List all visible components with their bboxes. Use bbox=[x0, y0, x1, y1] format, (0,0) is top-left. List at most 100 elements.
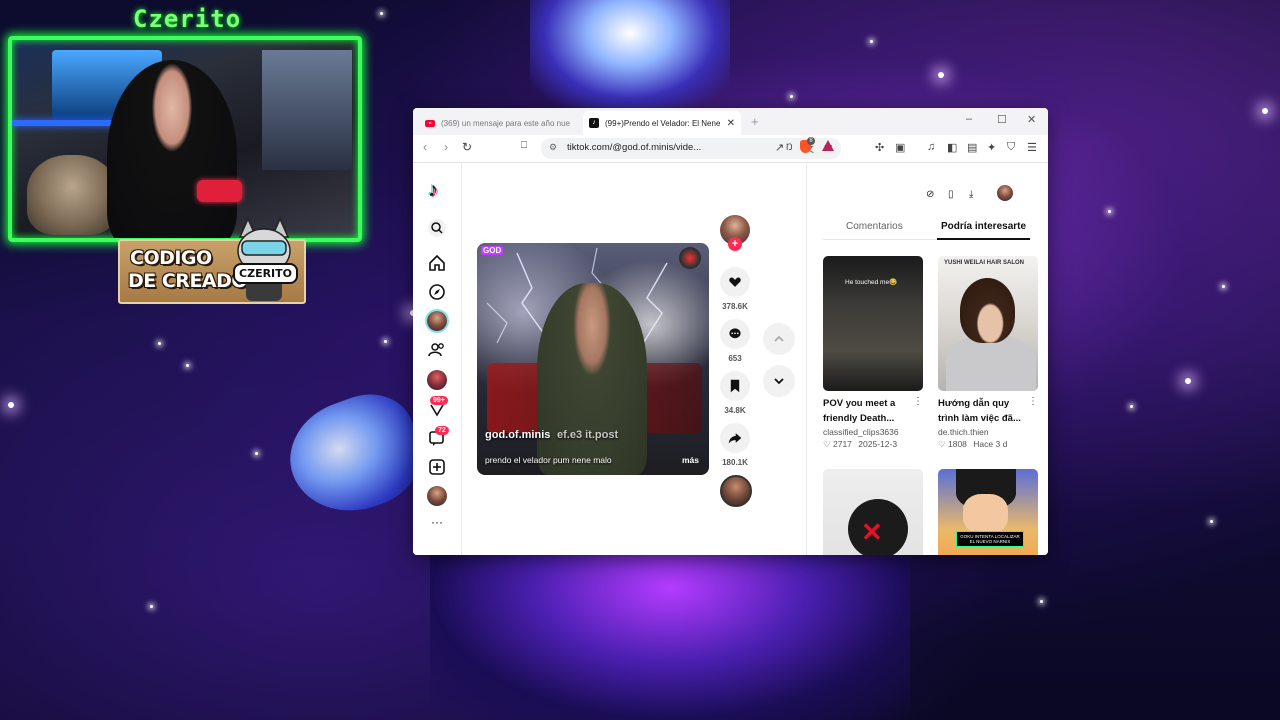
home-icon[interactable] bbox=[427, 253, 447, 273]
mascot-icon bbox=[237, 217, 291, 301]
tab-recommended[interactable]: Podría interesarte bbox=[941, 221, 1026, 232]
side-panel: ⊘ ▯ ⤓ Comentarios Podría interesarte He … bbox=[806, 163, 1048, 555]
star-icon bbox=[1210, 520, 1213, 523]
more-icon[interactable]: ··· bbox=[427, 515, 447, 535]
card-title: POV you meet a friendly Death... bbox=[823, 398, 896, 424]
tab-groups-icon[interactable]: ▤ bbox=[967, 141, 977, 154]
badge-tag: CZERITO bbox=[233, 263, 298, 284]
video-username[interactable]: god.of.minis bbox=[485, 429, 550, 441]
card-date: 2025-12-3 bbox=[858, 439, 898, 449]
address-bar: ‹ › ↻ ⎕ ⚙ tiktok.com/@god.of.minis/vide.… bbox=[413, 135, 1048, 163]
star-icon bbox=[8, 402, 14, 408]
star-icon bbox=[938, 72, 944, 78]
active-tab-indicator bbox=[937, 238, 1030, 240]
music-disc-icon[interactable] bbox=[720, 475, 752, 507]
minimize-button[interactable]: – bbox=[966, 113, 972, 125]
recommended-card[interactable]: YUSHI WEILAI HAIR SALON Hướng dẫn quy tr… bbox=[938, 256, 1038, 450]
device-icon[interactable]: ▯ bbox=[948, 189, 954, 200]
forward-icon[interactable]: › bbox=[444, 140, 448, 154]
back-icon[interactable]: ‹ bbox=[423, 140, 427, 154]
video-corner-tag: GOD bbox=[481, 246, 504, 255]
tab-title: (99+)Prendo el Velador: El Nene bbox=[605, 118, 721, 128]
search-icon[interactable] bbox=[427, 218, 447, 238]
url-field[interactable]: ⚙ tiktok.com/@god.of.minis/vide... Ŋ 文 ▭ bbox=[541, 138, 841, 159]
tiktok-logo-icon[interactable]: ♪ bbox=[428, 179, 448, 201]
music-icon[interactable]: ♫ bbox=[927, 141, 935, 153]
close-window-button[interactable]: ✕ bbox=[1027, 113, 1036, 126]
star-icon bbox=[1262, 108, 1268, 114]
video-logo-icon bbox=[679, 247, 701, 269]
vpn-icon[interactable]: ⛉ bbox=[1007, 141, 1015, 154]
webcam-feed bbox=[8, 36, 362, 242]
close-tab-icon[interactable]: ✕ bbox=[727, 118, 735, 129]
browser-window: (369) un mensaje para este año nue ♪ (99… bbox=[413, 108, 1048, 555]
share-button[interactable] bbox=[720, 423, 750, 453]
webcam-window bbox=[262, 50, 352, 170]
star-icon bbox=[384, 340, 387, 343]
card-thumbnail: GOKU INTENTA LOCALIZAR EL NUEVO NARNIX bbox=[938, 469, 1038, 555]
download-icon[interactable]: ⤓ bbox=[969, 189, 973, 200]
recommended-card[interactable]: GOKU INTENTA LOCALIZAR EL NUEVO NARNIX bbox=[938, 469, 1038, 555]
save-count: 34.8K bbox=[724, 406, 746, 415]
tab-tiktok[interactable]: ♪ (99+)Prendo el Velador: El Nene ✕ bbox=[583, 111, 741, 135]
background-figure-art bbox=[430, 555, 910, 720]
tab-youtube[interactable]: (369) un mensaje para este año nue bbox=[419, 111, 587, 135]
tiktok-icon: ♪ bbox=[589, 118, 599, 128]
explore-icon[interactable] bbox=[427, 282, 447, 302]
streamer-name: Czerito bbox=[133, 5, 242, 33]
thumbnail-cape bbox=[946, 336, 1036, 391]
profile-avatar[interactable] bbox=[427, 486, 447, 506]
following-avatar[interactable] bbox=[427, 311, 447, 331]
follow-plus-icon[interactable]: + bbox=[728, 237, 742, 251]
background-hand-art bbox=[275, 381, 435, 529]
upload-icon[interactable] bbox=[427, 457, 447, 477]
card-user[interactable]: classified_clips3636 bbox=[823, 427, 923, 437]
star-icon bbox=[1040, 600, 1043, 603]
badge-line2: DE CREADOR bbox=[128, 270, 262, 292]
new-tab-button[interactable]: + bbox=[751, 114, 759, 129]
compass-icon[interactable]: ⊘ bbox=[926, 189, 934, 200]
shields-count-badge: 8 bbox=[807, 137, 815, 145]
card-user[interactable]: de.thich.thien bbox=[938, 427, 1038, 437]
bookmark-icon[interactable]: ⎕ bbox=[521, 140, 527, 151]
card-more-icon[interactable]: ⋮ bbox=[913, 396, 923, 407]
youtube-icon bbox=[425, 119, 435, 127]
comment-button[interactable] bbox=[720, 319, 750, 349]
reload-icon[interactable]: ↻ bbox=[462, 140, 472, 154]
friends-icon[interactable] bbox=[427, 340, 447, 360]
share-icon[interactable]: ↗ bbox=[775, 141, 784, 154]
thumbnail-text: YUSHI WEILAI HAIR SALON bbox=[944, 260, 1025, 266]
star-icon bbox=[870, 40, 873, 43]
save-button[interactable] bbox=[720, 371, 750, 401]
reader-mode-icon[interactable]: Ŋ bbox=[786, 142, 793, 152]
extensions-icon[interactable]: ✣ bbox=[875, 141, 884, 154]
sidebar-icon[interactable]: ◧ bbox=[947, 141, 957, 154]
video-player[interactable]: GOD ef.e3 it.post god.of.minis prendo el… bbox=[477, 243, 709, 475]
thumbnail-head bbox=[960, 278, 1015, 343]
tab-comments[interactable]: Comentarios bbox=[846, 221, 903, 232]
brave-rewards-icon[interactable] bbox=[822, 140, 834, 151]
live-avatar[interactable] bbox=[427, 370, 447, 390]
tiktok-sidebar: ♪ 99+ 72 ··· bbox=[413, 163, 462, 555]
maximize-button[interactable]: ☐ bbox=[997, 113, 1007, 126]
card-more-icon[interactable]: ⋮ bbox=[1028, 396, 1038, 407]
site-settings-icon[interactable]: ⚙ bbox=[549, 142, 557, 153]
card-meta: ♡ 1808 Hace 3 d bbox=[938, 439, 1038, 450]
previous-video-button[interactable] bbox=[763, 323, 795, 355]
next-video-button[interactable] bbox=[763, 365, 795, 397]
menu-icon[interactable]: ☰ bbox=[1027, 141, 1037, 154]
video-description: prendo el velador pum nene malo bbox=[485, 455, 612, 465]
star-icon bbox=[380, 12, 383, 15]
recommended-card[interactable]: ✕ bbox=[823, 469, 923, 555]
video-more-link[interactable]: más bbox=[682, 455, 699, 465]
star-icon bbox=[1130, 405, 1133, 408]
red-x-icon: ✕ bbox=[861, 517, 883, 547]
heart-icon: ♡ bbox=[823, 439, 831, 449]
recommended-card[interactable]: He touched me😂 POV you meet a friendly D… bbox=[823, 256, 923, 450]
wallet-icon[interactable]: ▣ bbox=[895, 141, 905, 154]
star-icon bbox=[1222, 285, 1225, 288]
account-avatar[interactable] bbox=[997, 185, 1013, 201]
star-icon bbox=[150, 605, 153, 608]
leo-ai-icon[interactable]: ✦ bbox=[987, 141, 996, 154]
like-button[interactable] bbox=[720, 267, 750, 297]
